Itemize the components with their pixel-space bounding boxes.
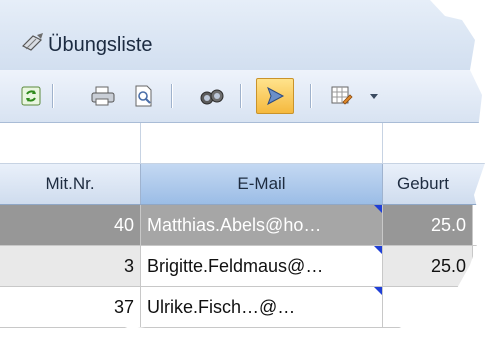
cell-email[interactable]: Brigitte.Feldmaus@… — [141, 246, 383, 286]
cell-geburt[interactable]: 25.0 — [383, 205, 473, 245]
title-bar: Übungsliste — [0, 0, 486, 70]
toolbar-separator — [310, 84, 311, 108]
toolbar-separator — [171, 84, 172, 108]
find-binoculars-icon — [200, 89, 224, 105]
print-button[interactable] — [88, 81, 118, 111]
group-header-cell — [141, 123, 383, 163]
cell-mitnr[interactable]: 40 — [0, 205, 141, 245]
cell-mitnr[interactable]: 3 — [0, 246, 141, 286]
play-arrow-icon — [267, 86, 285, 106]
window-title: Übungsliste — [48, 34, 153, 56]
print-preview-button[interactable] — [129, 81, 159, 111]
cell-email[interactable]: Ulrike.Fisch…@… — [141, 287, 383, 327]
table-row[interactable]: 37 Ulrike.Fisch…@… — [0, 287, 486, 328]
find-button[interactable] — [197, 81, 227, 111]
column-header-mitnr[interactable]: Mit.Nr. — [0, 164, 141, 204]
print-preview-icon — [135, 85, 152, 107]
column-header-geburt[interactable]: Geburt — [383, 164, 486, 204]
cell-email-text: Brigitte.Feldmaus@… — [147, 255, 324, 276]
group-header-row — [0, 123, 486, 164]
cell-geburt[interactable] — [383, 287, 473, 327]
comment-marker-icon — [374, 246, 382, 254]
table-row[interactable]: 40 Matthias.Abels@ho… 25.0 — [0, 205, 486, 246]
print-icon — [91, 86, 115, 106]
export-grid-icon — [331, 86, 353, 105]
toolbar-separator — [240, 84, 241, 108]
column-header-row: Mit.Nr. E-Mail Geburt — [0, 164, 486, 205]
toolbar — [0, 70, 486, 123]
toolbar-dropdown-button[interactable] — [366, 81, 382, 111]
app-window: Übungsliste Mit.Nr. E-Mail Geburt 40 Mat… — [0, 0, 486, 341]
group-header-cell — [0, 123, 141, 163]
cell-mitnr[interactable]: 37 — [0, 287, 141, 327]
column-header-email[interactable]: E-Mail — [141, 164, 383, 204]
cell-email-text: Matthias.Abels@ho… — [147, 214, 322, 235]
table-row[interactable]: 3 Brigitte.Feldmaus@… 25.0 — [0, 246, 486, 287]
dropdown-arrow-icon — [370, 94, 378, 99]
data-grid: Mit.Nr. E-Mail Geburt 40 Matthias.Abels@… — [0, 123, 486, 341]
toolbar-separator — [52, 84, 53, 108]
cell-geburt[interactable]: 25.0 — [383, 246, 473, 286]
play-button[interactable] — [256, 78, 294, 114]
refresh-button[interactable] — [16, 81, 46, 111]
export-grid-button[interactable] — [326, 81, 356, 111]
cell-email-text: Ulrike.Fisch…@… — [147, 296, 296, 317]
notepad-pen-icon — [21, 33, 43, 51]
refresh-icon — [21, 86, 41, 106]
cell-email[interactable]: Matthias.Abels@ho… — [141, 205, 383, 245]
comment-marker-icon — [374, 205, 382, 213]
comment-marker-icon — [374, 287, 382, 295]
